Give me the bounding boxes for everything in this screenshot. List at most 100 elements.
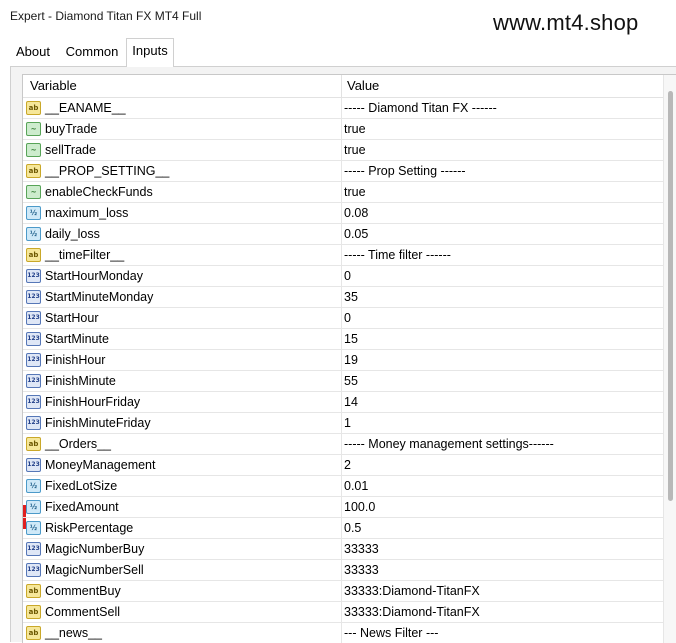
table-row[interactable]: ab __Orders__ ----- Money management setti… (23, 434, 663, 455)
bool-icon: ~ (26, 143, 41, 157)
variable-value[interactable]: --- News Filter --- (344, 623, 438, 643)
table-row[interactable]: 123 MagicNumberBuy 33333 (23, 539, 663, 560)
table-row[interactable]: 123 FinishHourFriday 14 (23, 392, 663, 413)
variable-name: sellTrade (45, 143, 96, 157)
cell-divider (341, 182, 342, 202)
variable-value[interactable]: 0.08 (344, 203, 368, 223)
title-bar: Expert - Diamond Titan FX MT4 Full www.m… (0, 0, 676, 35)
table-row[interactable]: ½ maximum_loss 0.08 (23, 203, 663, 224)
ab-string-icon: ab (26, 248, 41, 262)
table-row[interactable]: ½ FixedAmount 100.0 (23, 497, 663, 518)
vertical-scrollbar[interactable] (663, 75, 676, 643)
variable-value[interactable]: 35 (344, 287, 358, 307)
table-row[interactable]: 123 StartMinute 15 (23, 329, 663, 350)
table-header: Variable Value (23, 75, 663, 98)
cell-divider (341, 602, 342, 622)
column-divider[interactable] (341, 75, 342, 97)
table-row[interactable]: ab __news__ --- News Filter --- (23, 623, 663, 643)
table-row[interactable]: ab __PROP_SETTING__ ----- Prop Setting ---… (23, 161, 663, 182)
table-row[interactable]: 123 StartMinuteMonday 35 (23, 287, 663, 308)
table-row[interactable]: ab CommentSell 33333:Diamond-TitanFX (23, 602, 663, 623)
variable-value[interactable]: 0.01 (344, 476, 368, 496)
variable-value[interactable]: 0 (344, 308, 351, 328)
tab-inputs[interactable]: Inputs (126, 38, 174, 67)
variable-value[interactable]: 0.5 (344, 518, 361, 538)
int-icon: 123 (26, 542, 41, 556)
table-row[interactable]: ½ FixedLotSize 0.01 (23, 476, 663, 497)
variable-value[interactable]: 33333 (344, 539, 379, 559)
tab-divider (10, 66, 676, 67)
variable-value[interactable]: true (344, 119, 366, 139)
tab-bar: About Common Inputs (10, 38, 676, 67)
cell-divider (341, 287, 342, 307)
table-row[interactable]: 123 FinishMinuteFriday 1 (23, 413, 663, 434)
variable-value[interactable]: 33333:Diamond-TitanFX (344, 602, 480, 622)
table-row[interactable]: ab __EANAME__ ----- Diamond Titan FX -----… (23, 98, 663, 119)
variable-name: __Orders__ (45, 437, 112, 451)
variable-value[interactable]: 0 (344, 266, 351, 286)
variable-value[interactable]: 0.05 (344, 224, 368, 244)
variable-name: CommentSell (45, 605, 121, 619)
table-row[interactable]: ~ enableCheckFunds true (23, 182, 663, 203)
variable-name: __news__ (45, 626, 102, 640)
variable-name: StartMinute (45, 332, 109, 346)
cell-divider (341, 119, 342, 139)
tab-about[interactable]: About (10, 40, 56, 65)
variable-value[interactable]: 100.0 (344, 497, 375, 517)
cell-divider (341, 476, 342, 496)
table-row[interactable]: 123 FinishMinute 55 (23, 371, 663, 392)
table-row[interactable]: ~ sellTrade true (23, 140, 663, 161)
variable-value[interactable]: ----- Time filter ------ (344, 245, 451, 265)
table-row[interactable]: 123 StartHourMonday 0 (23, 266, 663, 287)
ab-string-icon: ab (26, 164, 41, 178)
variable-name: FinishHourFriday (45, 395, 141, 409)
table-row[interactable]: 123 MagicNumberSell 33333 (23, 560, 663, 581)
variable-name: MagicNumberBuy (45, 542, 145, 556)
variable-value[interactable]: 55 (344, 371, 358, 391)
cell-divider (341, 266, 342, 286)
variable-value[interactable]: ----- Money management settings------ (344, 434, 554, 454)
window-title: Expert - Diamond Titan FX MT4 Full (10, 9, 202, 23)
variable-value[interactable]: ----- Diamond Titan FX ------ (344, 98, 497, 118)
ab-string-icon: ab (26, 626, 41, 640)
variable-value[interactable]: true (344, 140, 366, 160)
variable-value[interactable]: 19 (344, 350, 358, 370)
variable-value[interactable]: 15 (344, 329, 358, 349)
cell-divider (341, 224, 342, 244)
variable-value[interactable]: 33333:Diamond-TitanFX (344, 581, 480, 601)
table-row[interactable]: ~ buyTrade true (23, 119, 663, 140)
table-row[interactable]: 123 MoneyManagement 2 (23, 455, 663, 476)
variable-value[interactable]: ----- Prop Setting ------ (344, 161, 466, 181)
table-row[interactable]: ab __timeFilter__ ----- Time filter ------ (23, 245, 663, 266)
watermark-text: www.mt4.shop (493, 10, 639, 35)
variable-value[interactable]: 14 (344, 392, 358, 412)
variable-name: StartHour (45, 311, 99, 325)
cell-divider (341, 161, 342, 181)
column-header-variable[interactable]: Variable (30, 75, 77, 97)
double-icon: ½ (26, 206, 41, 220)
int-icon: 123 (26, 458, 41, 472)
table-row[interactable]: 123 StartHour 0 (23, 308, 663, 329)
tab-common[interactable]: Common (60, 40, 124, 65)
scrollbar-thumb[interactable] (668, 91, 673, 501)
variable-name: FinishMinuteFriday (45, 416, 151, 430)
variable-name: daily_loss (45, 227, 100, 241)
variable-name: __PROP_SETTING__ (45, 164, 170, 178)
cell-divider (341, 623, 342, 643)
table-row[interactable]: 123 FinishHour 19 (23, 350, 663, 371)
int-icon: 123 (26, 563, 41, 577)
cell-divider (341, 350, 342, 370)
variable-value[interactable]: 1 (344, 413, 351, 433)
column-header-value[interactable]: Value (347, 75, 379, 97)
variable-value[interactable]: 2 (344, 455, 351, 475)
cell-divider (341, 140, 342, 160)
variable-value[interactable]: 33333 (344, 560, 379, 580)
int-icon: 123 (26, 353, 41, 367)
table-row[interactable]: ½ RiskPercentage 0.5 (23, 518, 663, 539)
double-icon: ½ (26, 227, 41, 241)
variable-value[interactable]: true (344, 182, 366, 202)
cell-divider (341, 308, 342, 328)
cell-divider (341, 203, 342, 223)
table-row[interactable]: ½ daily_loss 0.05 (23, 224, 663, 245)
table-row[interactable]: ab CommentBuy 33333:Diamond-TitanFX (23, 581, 663, 602)
